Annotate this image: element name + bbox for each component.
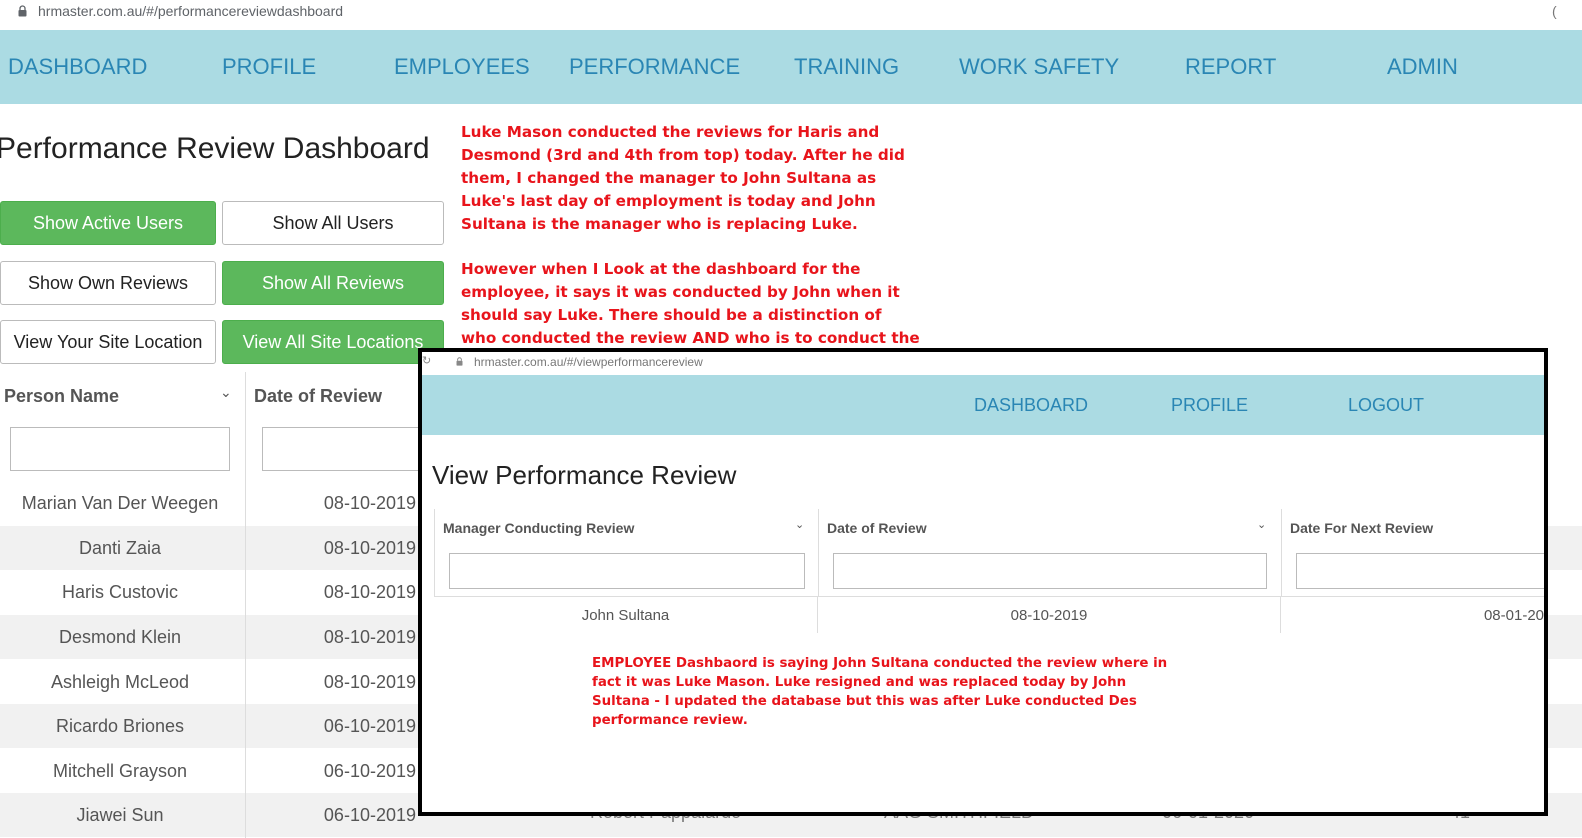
review-date-cell: 08-10-2019 [323,626,416,647]
person-name-cell: Danti Zaia [78,537,162,558]
column-label: Person Name [4,386,120,406]
review-date-cell: 08-10-2019 [323,492,416,513]
chevron-down-icon[interactable]: ⌄ [220,384,232,401]
overlay-date-filter-input [833,553,1267,589]
page-title: Performance Review Dashboard [0,132,430,165]
column-label: Date of Review [827,520,927,536]
person-name-cell: Jiawei Sun [76,804,164,825]
person-name-cell: Ashleigh McLeod [50,671,190,692]
nav-profile[interactable]: PROFILE [222,54,316,80]
person-name-filter-input[interactable] [10,427,230,471]
nav-report[interactable]: REPORT [1185,54,1276,80]
refresh-icon: ↻ [422,355,432,367]
nav-performance[interactable]: PERFORMANCE [569,54,740,80]
view-all-site-locations-button[interactable]: View All Site Locations [222,320,444,364]
browser-url-bar[interactable]: hrmaster.com.au/#/performancereviewdashb… [0,0,1582,26]
nav-admin[interactable]: ADMIN [1387,54,1458,80]
overlay-nav-profile: PROFILE [1171,395,1249,415]
review-date-cell: 06-10-2019 [323,760,416,781]
next-review-date-cell: 08-01-20 [1483,606,1544,624]
nav-dashboard[interactable]: DASHBOARD [8,54,147,80]
chevron-down-icon: ⌄ [795,519,805,531]
overlay-column-next-date: Date For Next Review [1281,509,1544,596]
column-header-person-name[interactable]: Person Name ⌄ [0,372,246,478]
person-name-cell: Desmond Klein [58,626,182,647]
main-nav: DASHBOARD PROFILE EMPLOYEES PERFORMANCE … [0,30,1582,104]
lock-icon [18,5,27,17]
overlay-url-text: hrmaster.com.au/#/viewperformancereview [474,355,703,369]
url-text[interactable]: hrmaster.com.au/#/performancereviewdashb… [38,3,343,19]
overlay-page-title: View Performance Review [432,460,737,490]
review-date-cell: 08-10-2019 [323,671,416,692]
overlay-nav-dashboard: DASHBOARD [974,395,1089,415]
chevron-down-icon: ⌄ [1257,519,1267,531]
review-date-cell: 08-10-2019 [323,537,416,558]
review-date-cell: 06-10-2019 [323,715,416,736]
person-name-cell: Haris Custovic [61,581,179,602]
column-label: Date of Review [254,386,383,406]
review-date-cell: 06-10-2019 [323,804,416,825]
annotation-note-top: Luke Mason conducted the reviews for Har… [461,121,921,373]
nav-employees[interactable]: EMPLOYEES [394,54,530,80]
manager-cell: John Sultana [434,597,818,633]
person-name-cell: Marian Van Der Weegen [21,492,219,513]
overlay-column-date: Date of Review ⌄ [818,509,1281,596]
column-label: Manager Conducting Review [443,520,635,536]
show-own-reviews-button[interactable]: Show Own Reviews [0,261,216,305]
annotation-paragraph-1: Luke Mason conducted the reviews for Har… [461,123,905,233]
show-all-reviews-button[interactable]: Show All Reviews [222,261,444,305]
overlay-nav: DASHBOARD PROFILE LOGOUT [422,375,1544,435]
show-all-users-button[interactable]: Show All Users [222,201,444,245]
nav-training[interactable]: TRAINING [794,54,899,80]
column-divider [245,478,246,838]
annotation-note-overlay: EMPLOYEE Dashbaord is saying John Sultan… [592,656,1168,728]
overlay-next-date-filter-input [1296,553,1544,589]
show-active-users-button[interactable]: Show Active Users [0,201,216,245]
employee-view-screenshot: ↻ hrmaster.com.au/#/viewperformancerevie… [418,348,1548,816]
overlay-column-manager: Manager Conducting Review ⌄ [434,509,818,596]
review-date-cell: 08-10-2019 [818,597,1281,633]
view-your-site-location-button[interactable]: View Your Site Location [0,320,216,364]
review-date-cell: 08-10-2019 [323,581,416,602]
lock-icon [456,357,463,366]
person-name-cell: Ricardo Briones [55,715,185,736]
overlay-url-bar: ↻ hrmaster.com.au/#/viewperformancerevie… [422,352,1544,372]
nav-work-safety[interactable]: WORK SAFETY [959,54,1119,80]
overlay-manager-filter-input [449,553,805,589]
column-label: Date For Next Review [1290,520,1434,536]
browser-menu-icon[interactable]: ( [1552,3,1557,19]
overlay-nav-logout: LOGOUT [1348,395,1425,415]
overlay-table-row: John Sultana 08-10-2019 08-01-20 [434,596,1544,634]
person-name-cell: Mitchell Grayson [52,760,188,781]
